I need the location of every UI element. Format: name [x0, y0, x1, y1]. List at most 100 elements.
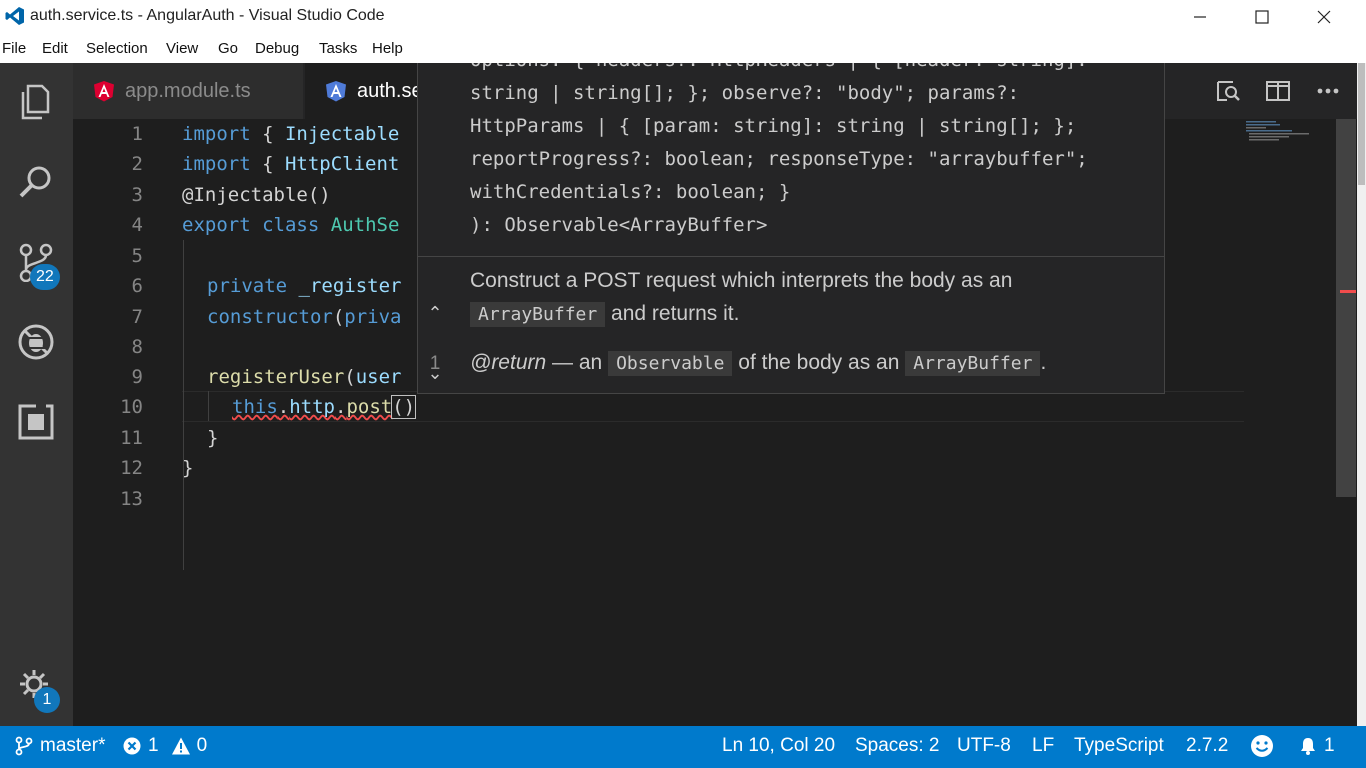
search-button[interactable]	[13, 159, 59, 205]
extensions-button[interactable]	[13, 399, 59, 445]
line-number: 10	[120, 396, 143, 418]
language-mode[interactable]: TypeScript	[1074, 735, 1164, 757]
encoding-indicator[interactable]: UTF-8	[957, 735, 1011, 757]
menu-tasks[interactable]: Tasks	[319, 40, 357, 57]
code-line-9: registerUser(user	[207, 366, 402, 388]
menu-go[interactable]: Go	[218, 40, 238, 57]
tab-label: app.module.ts	[125, 79, 251, 102]
line-number: 2	[131, 153, 143, 175]
status-bar: master* 1 0 Ln 10, Col 20 Spaces: 2 UTF-…	[0, 726, 1366, 768]
error-icon	[123, 737, 141, 755]
indent-guide	[183, 240, 184, 570]
maximize-icon	[1255, 9, 1269, 24]
minimize-button[interactable]	[1170, 0, 1230, 33]
close-button[interactable]	[1294, 0, 1354, 33]
files-icon	[21, 84, 50, 120]
menu-bar: File Edit Selection View Go Debug Tasks …	[0, 33, 1366, 63]
signature-line: options: { headers?: HttpHeaders | { [he…	[470, 63, 1088, 71]
debug-button[interactable]	[13, 319, 59, 365]
settings-badge: 1	[34, 687, 60, 713]
code-line-10: this.http.post()	[232, 395, 417, 419]
hint-documentation: Construct a POST request which interpret…	[470, 269, 1013, 292]
previous-overload-button[interactable]: ⌃	[426, 303, 444, 324]
minimize-icon	[1194, 15, 1206, 18]
line-number: 4	[131, 214, 143, 236]
bell-icon	[1301, 738, 1315, 755]
activity-bar: 22 1	[0, 63, 73, 726]
feedback-button[interactable]	[1250, 734, 1280, 758]
signature-line: HttpParams | { [param: string]: string |…	[470, 115, 1077, 137]
hint-divider	[418, 256, 1164, 257]
next-overload-button[interactable]: ⌄	[426, 363, 444, 384]
line-number: 13	[120, 488, 143, 510]
angular-icon	[326, 81, 346, 102]
split-editor-icon	[1266, 81, 1290, 101]
menu-debug[interactable]: Debug	[255, 40, 299, 57]
git-branch-icon	[15, 736, 33, 756]
warning-icon	[171, 737, 190, 755]
code-line-12: }	[182, 457, 194, 479]
line-number: 5	[131, 245, 143, 267]
open-preview-button[interactable]	[1203, 63, 1253, 119]
window-title: auth.service.ts - AngularAuth - Visual S…	[30, 7, 385, 24]
indentation-indicator[interactable]: Spaces: 2	[855, 735, 940, 757]
window-scrollbar-thumb[interactable]	[1358, 63, 1365, 185]
smiley-icon	[1251, 735, 1273, 757]
code-line-2: import { HttpClient	[182, 153, 400, 175]
code-line-6: private _register	[207, 275, 402, 297]
text-cursor: ()	[391, 395, 417, 419]
branch-indicator[interactable]: master*	[14, 735, 105, 757]
error-marker	[1340, 290, 1356, 293]
signature-line: string | string[]; }; observe?: "body"; …	[470, 82, 1020, 104]
vscode-logo-icon	[5, 7, 24, 25]
minimap[interactable]	[1244, 119, 1334, 149]
line-number: 8	[131, 336, 143, 358]
maximize-button[interactable]	[1232, 0, 1292, 33]
preview-search-icon	[1217, 81, 1240, 101]
line-number: 3	[131, 184, 143, 206]
menu-edit[interactable]: Edit	[42, 40, 68, 57]
code-line-11: }	[207, 427, 219, 449]
parameter-hints-widget: options: { headers?: HttpHeaders | { [he…	[417, 63, 1165, 394]
cursor-position[interactable]: Ln 10, Col 20	[722, 735, 835, 757]
menu-file[interactable]: File	[2, 40, 26, 57]
split-editor-button[interactable]	[1253, 63, 1303, 119]
search-icon	[19, 166, 51, 198]
code-line-1: import { Injectable	[182, 123, 400, 145]
signature-line: reportProgress?: boolean; responseType: …	[470, 148, 1088, 170]
indent-guide	[208, 391, 209, 421]
line-number: 12	[120, 457, 143, 479]
ellipsis-icon	[1317, 88, 1339, 94]
explorer-button[interactable]	[13, 79, 59, 125]
scm-badge: 22	[30, 264, 60, 290]
signature-line: withCredentials?: boolean; }	[470, 181, 791, 203]
notifications-button[interactable]: 1	[1298, 735, 1335, 757]
line-number: 1	[131, 123, 143, 145]
tab-label: auth.se	[357, 79, 423, 102]
signature-line: ): Observable<ArrayBuffer>	[470, 214, 768, 236]
problems-indicator[interactable]: 1 0	[122, 735, 207, 757]
line-number: 7	[131, 306, 143, 328]
menu-selection[interactable]: Selection	[86, 40, 148, 57]
eol-indicator[interactable]: LF	[1032, 735, 1054, 757]
code-line-7: constructor(priva	[207, 306, 402, 328]
tab-app-module[interactable]: app.module.ts	[73, 63, 303, 119]
more-actions-button[interactable]	[1303, 63, 1353, 119]
line-number: 9	[131, 366, 143, 388]
menu-view[interactable]: View	[166, 40, 198, 57]
debug-icon	[18, 324, 54, 360]
angular-icon	[94, 81, 114, 102]
editor-scrollbar[interactable]	[1336, 119, 1356, 497]
hint-documentation-line-2: ArrayBuffer and returns it.	[470, 302, 739, 327]
typescript-version[interactable]: 2.7.2	[1186, 735, 1228, 757]
title-bar: auth.service.ts - AngularAuth - Visual S…	[0, 0, 1366, 33]
editor-actions	[1203, 63, 1353, 119]
menu-help[interactable]: Help	[372, 40, 403, 57]
line-number: 6	[131, 275, 143, 297]
extensions-icon	[18, 404, 54, 440]
code-line-3: @Injectable()	[182, 184, 331, 206]
line-number: 11	[120, 427, 143, 449]
close-icon	[1317, 10, 1331, 23]
code-line-4: export class AuthSe	[182, 214, 400, 236]
hint-return-doc: @return — an Observable of the body as a…	[470, 351, 1047, 376]
